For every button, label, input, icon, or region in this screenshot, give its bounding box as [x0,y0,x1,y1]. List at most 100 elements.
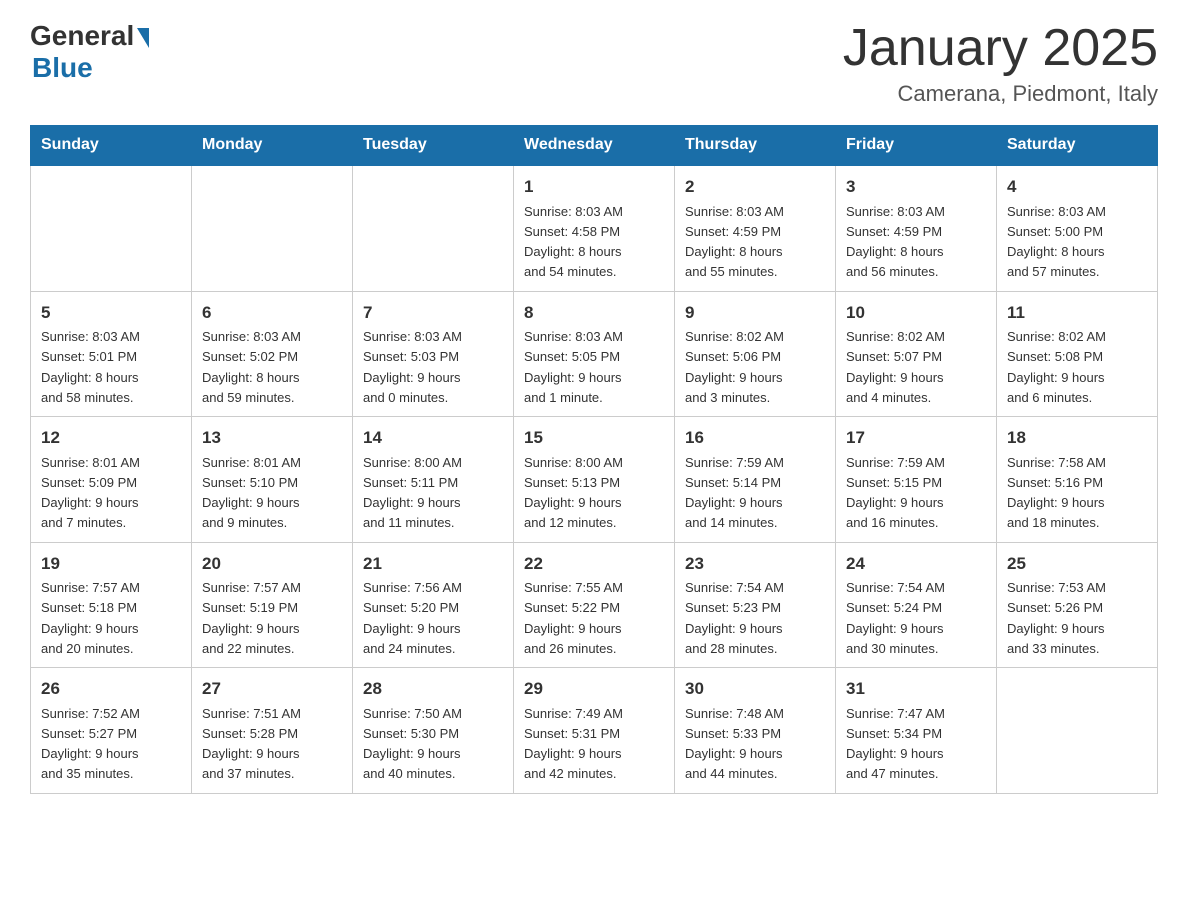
day-number: 18 [1007,425,1147,451]
calendar-cell: 31Sunrise: 7:47 AM Sunset: 5:34 PM Dayli… [836,668,997,794]
day-info: Sunrise: 8:02 AM Sunset: 5:08 PM Dayligh… [1007,329,1106,405]
col-header-monday: Monday [192,126,353,166]
day-info: Sunrise: 7:58 AM Sunset: 5:16 PM Dayligh… [1007,455,1106,531]
day-number: 9 [685,300,825,326]
calendar-cell: 2Sunrise: 8:03 AM Sunset: 4:59 PM Daylig… [675,165,836,291]
calendar-cell: 20 Sunrise: 7:57 AM Sunset: 5:19 PM Dayli… [192,542,353,668]
calendar-cell: 6Sunrise: 8:03 AM Sunset: 5:02 PM Daylig… [192,291,353,417]
calendar-cell: 11 Sunrise: 8:02 AM Sunset: 5:08 PM Dayli… [997,291,1158,417]
header: General Blue January 2025 Camerana, Pied… [30,20,1158,107]
day-info: Sunrise: 8:03 AM Sunset: 5:01 PM Dayligh… [41,329,140,405]
day-number: 17 [846,425,986,451]
day-info: Sunrise: 7:59 AM Sunset: 5:14 PM Dayligh… [685,455,784,531]
day-number: 4 [1007,174,1147,200]
day-info: Sunrise: 8:00 AM Sunset: 5:13 PM Dayligh… [524,455,623,531]
calendar-cell: 21 Sunrise: 7:56 AM Sunset: 5:20 PM Dayli… [353,542,514,668]
day-number: 25 [1007,551,1147,577]
calendar-cell: 24Sunrise: 7:54 AM Sunset: 5:24 PM Dayli… [836,542,997,668]
logo-text-general: General [30,20,134,52]
day-number: 11 [1007,300,1147,326]
day-info: Sunrise: 8:01 AM Sunset: 5:09 PM Dayligh… [41,455,140,531]
calendar-cell [997,668,1158,794]
day-info: Sunrise: 7:51 AM Sunset: 5:28 PM Dayligh… [202,706,301,782]
calendar-cell: 15 Sunrise: 8:00 AM Sunset: 5:13 PM Dayli… [514,417,675,543]
calendar-cell: 22Sunrise: 7:55 AM Sunset: 5:22 PM Dayli… [514,542,675,668]
calendar-table: SundayMondayTuesdayWednesdayThursdayFrid… [30,125,1158,794]
day-number: 30 [685,676,825,702]
day-info: Sunrise: 8:01 AM Sunset: 5:10 PM Dayligh… [202,455,301,531]
calendar-cell: 28 Sunrise: 7:50 AM Sunset: 5:30 PM Dayli… [353,668,514,794]
calendar-cell [192,165,353,291]
day-number: 7 [363,300,503,326]
day-info: Sunrise: 8:02 AM Sunset: 5:07 PM Dayligh… [846,329,945,405]
day-number: 5 [41,300,181,326]
day-number: 14 [363,425,503,451]
calendar-cell: 4 Sunrise: 8:03 AM Sunset: 5:00 PM Daylig… [997,165,1158,291]
calendar-subtitle: Camerana, Piedmont, Italy [843,81,1158,107]
day-number: 19 [41,551,181,577]
day-number: 6 [202,300,342,326]
calendar-cell: 3Sunrise: 8:03 AM Sunset: 4:59 PM Daylig… [836,165,997,291]
calendar-cell: 14 Sunrise: 8:00 AM Sunset: 5:11 PM Dayli… [353,417,514,543]
day-info: Sunrise: 8:03 AM Sunset: 5:03 PM Dayligh… [363,329,462,405]
week-row-1: 5 Sunrise: 8:03 AM Sunset: 5:01 PM Daylig… [31,291,1158,417]
page: General Blue January 2025 Camerana, Pied… [0,0,1188,824]
day-number: 3 [846,174,986,200]
calendar-cell: 13 Sunrise: 8:01 AM Sunset: 5:10 PM Dayli… [192,417,353,543]
header-row: SundayMondayTuesdayWednesdayThursdayFrid… [31,126,1158,166]
calendar-cell: 19Sunrise: 7:57 AM Sunset: 5:18 PM Dayli… [31,542,192,668]
col-header-saturday: Saturday [997,126,1158,166]
day-info: Sunrise: 7:53 AM Sunset: 5:26 PM Dayligh… [1007,580,1106,656]
day-info: Sunrise: 7:48 AM Sunset: 5:33 PM Dayligh… [685,706,784,782]
day-info: Sunrise: 8:03 AM Sunset: 5:00 PM Dayligh… [1007,204,1106,280]
day-info: Sunrise: 7:49 AM Sunset: 5:31 PM Dayligh… [524,706,623,782]
week-row-3: 19Sunrise: 7:57 AM Sunset: 5:18 PM Dayli… [31,542,1158,668]
calendar-cell: 27 Sunrise: 7:51 AM Sunset: 5:28 PM Dayli… [192,668,353,794]
day-info: Sunrise: 7:47 AM Sunset: 5:34 PM Dayligh… [846,706,945,782]
calendar-cell [353,165,514,291]
day-number: 23 [685,551,825,577]
logo: General Blue [30,20,149,84]
day-number: 16 [685,425,825,451]
col-header-tuesday: Tuesday [353,126,514,166]
week-row-4: 26Sunrise: 7:52 AM Sunset: 5:27 PM Dayli… [31,668,1158,794]
calendar-cell: 23Sunrise: 7:54 AM Sunset: 5:23 PM Dayli… [675,542,836,668]
day-info: Sunrise: 7:56 AM Sunset: 5:20 PM Dayligh… [363,580,462,656]
calendar-cell: 18 Sunrise: 7:58 AM Sunset: 5:16 PM Dayli… [997,417,1158,543]
day-number: 8 [524,300,664,326]
day-info: Sunrise: 7:54 AM Sunset: 5:24 PM Dayligh… [846,580,945,656]
day-number: 20 [202,551,342,577]
calendar-cell: 8Sunrise: 8:03 AM Sunset: 5:05 PM Daylig… [514,291,675,417]
calendar-cell: 29Sunrise: 7:49 AM Sunset: 5:31 PM Dayli… [514,668,675,794]
day-number: 27 [202,676,342,702]
logo-triangle-icon [137,28,149,48]
calendar-cell: 30 Sunrise: 7:48 AM Sunset: 5:33 PM Dayli… [675,668,836,794]
calendar-cell: 9Sunrise: 8:02 AM Sunset: 5:06 PM Daylig… [675,291,836,417]
calendar-cell: 5 Sunrise: 8:03 AM Sunset: 5:01 PM Daylig… [31,291,192,417]
logo-top: General [30,20,149,52]
day-number: 10 [846,300,986,326]
day-info: Sunrise: 8:00 AM Sunset: 5:11 PM Dayligh… [363,455,462,531]
calendar-cell: 10 Sunrise: 8:02 AM Sunset: 5:07 PM Dayli… [836,291,997,417]
day-number: 26 [41,676,181,702]
day-info: Sunrise: 7:59 AM Sunset: 5:15 PM Dayligh… [846,455,945,531]
logo-text-blue: Blue [32,52,93,84]
day-info: Sunrise: 7:57 AM Sunset: 5:19 PM Dayligh… [202,580,301,656]
week-row-2: 12Sunrise: 8:01 AM Sunset: 5:09 PM Dayli… [31,417,1158,543]
day-info: Sunrise: 7:55 AM Sunset: 5:22 PM Dayligh… [524,580,623,656]
col-header-sunday: Sunday [31,126,192,166]
day-number: 1 [524,174,664,200]
day-info: Sunrise: 8:03 AM Sunset: 4:58 PM Dayligh… [524,204,623,280]
col-header-thursday: Thursday [675,126,836,166]
day-number: 28 [363,676,503,702]
day-number: 2 [685,174,825,200]
day-number: 15 [524,425,664,451]
week-row-0: 1 Sunrise: 8:03 AM Sunset: 4:58 PM Daylig… [31,165,1158,291]
day-number: 13 [202,425,342,451]
day-number: 21 [363,551,503,577]
calendar-cell: 25 Sunrise: 7:53 AM Sunset: 5:26 PM Dayli… [997,542,1158,668]
calendar-cell: 16 Sunrise: 7:59 AM Sunset: 5:14 PM Dayli… [675,417,836,543]
title-section: January 2025 Camerana, Piedmont, Italy [843,20,1158,107]
calendar-cell: 1 Sunrise: 8:03 AM Sunset: 4:58 PM Daylig… [514,165,675,291]
day-info: Sunrise: 7:50 AM Sunset: 5:30 PM Dayligh… [363,706,462,782]
